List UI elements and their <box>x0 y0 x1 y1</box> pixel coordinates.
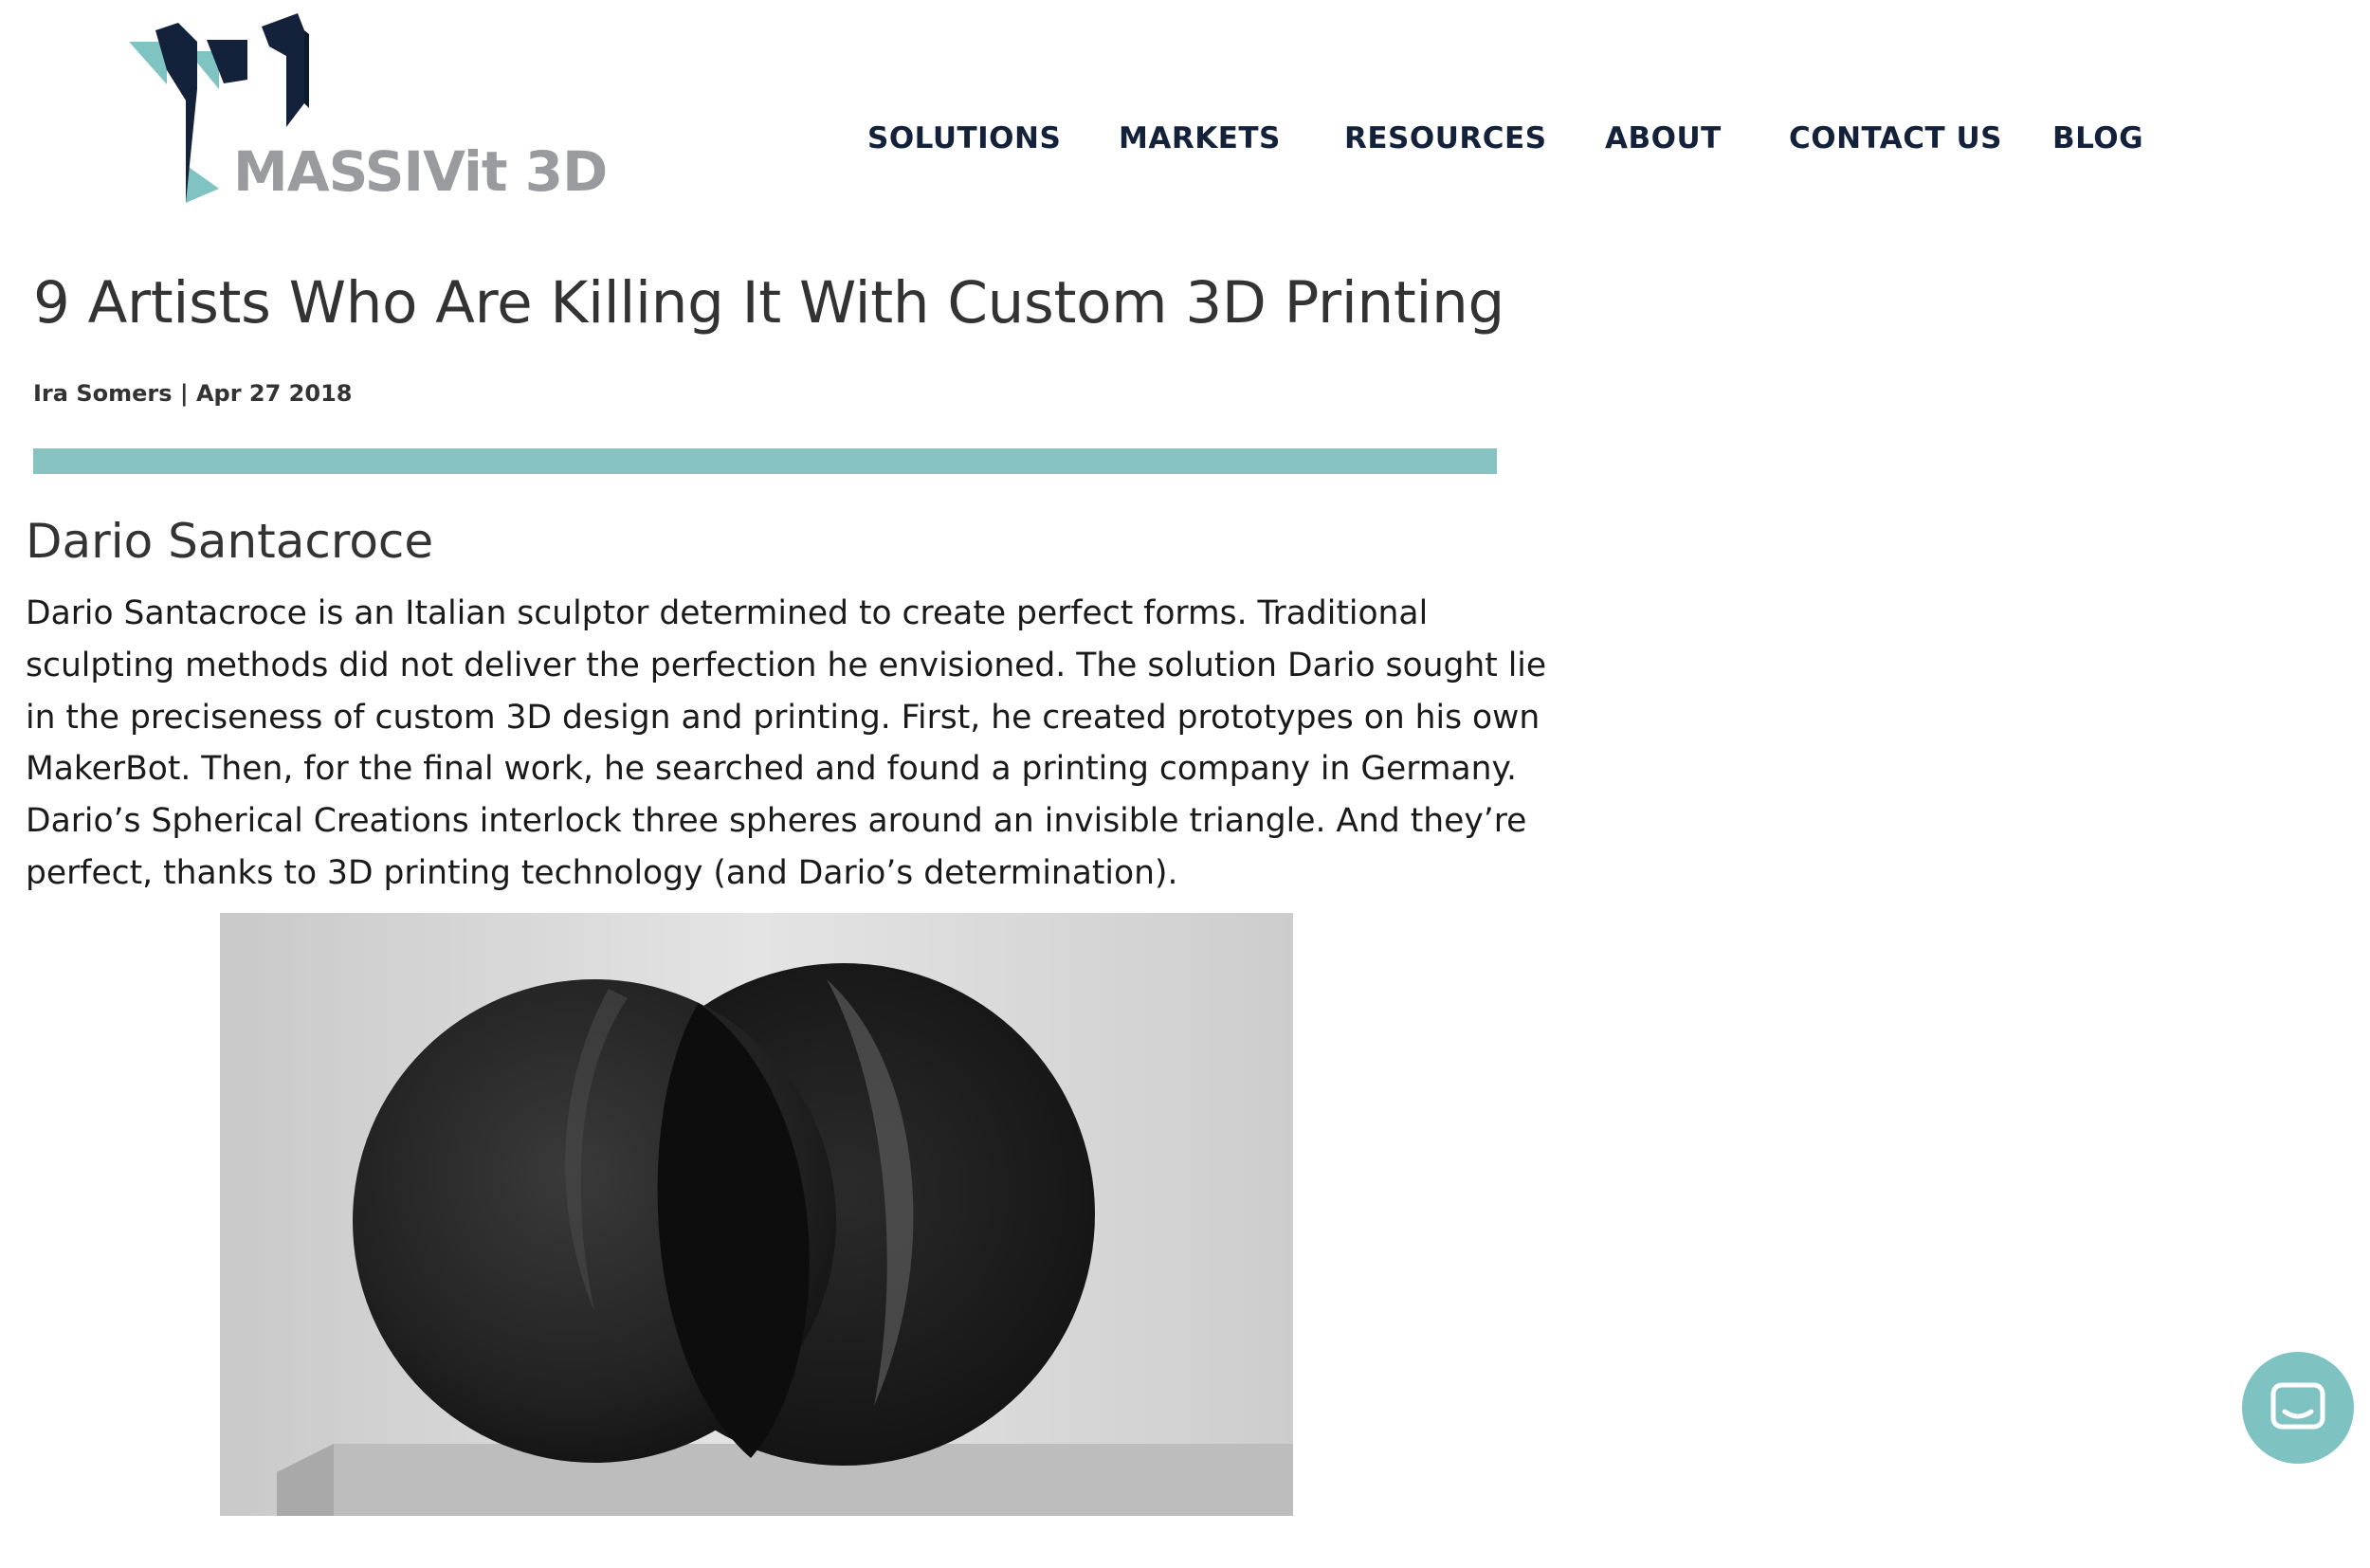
accent-divider <box>33 448 1497 474</box>
site-logo[interactable]: MASSIVit 3D <box>129 13 608 212</box>
nav-markets[interactable]: MARKETS <box>1119 121 1281 155</box>
chat-bubble-icon <box>2270 1382 2325 1430</box>
section-heading: Dario Santacroce <box>26 514 434 569</box>
paragraph-line: in the preciseness of custom 3D design a… <box>26 698 1540 737</box>
paragraph-line: MakerBot. Then, for the final work, he s… <box>26 750 1517 789</box>
paragraph-line: perfect, thanks to 3D printing technolog… <box>26 853 1178 892</box>
nav-about[interactable]: ABOUT <box>1605 121 1722 155</box>
sculpture-image <box>220 913 1293 1516</box>
article-byline: Ira Somers | Apr 27 2018 <box>33 380 353 407</box>
article-paragraph: Dario Santacroce is an Italian sculptor … <box>26 588 1547 900</box>
paragraph-line: Dario’s Spherical Creations interlock th… <box>26 802 1527 841</box>
article-title: 9 Artists Who Are Killing It With Custom… <box>33 269 1504 337</box>
chat-launcher-button[interactable] <box>2242 1352 2354 1464</box>
nav-resources[interactable]: RESOURCES <box>1344 121 1547 155</box>
logo-wordmark: MASSIVit 3D <box>233 139 608 204</box>
paragraph-line: Dario Santacroce is an Italian sculptor … <box>26 594 1429 632</box>
nav-blog[interactable]: BLOG <box>2052 121 2143 155</box>
paragraph-line: sculpting methods did not deliver the pe… <box>26 646 1547 684</box>
nav-contact-us[interactable]: CONTACT US <box>1789 121 2002 155</box>
nav-solutions[interactable]: SOLUTIONS <box>867 121 1061 155</box>
